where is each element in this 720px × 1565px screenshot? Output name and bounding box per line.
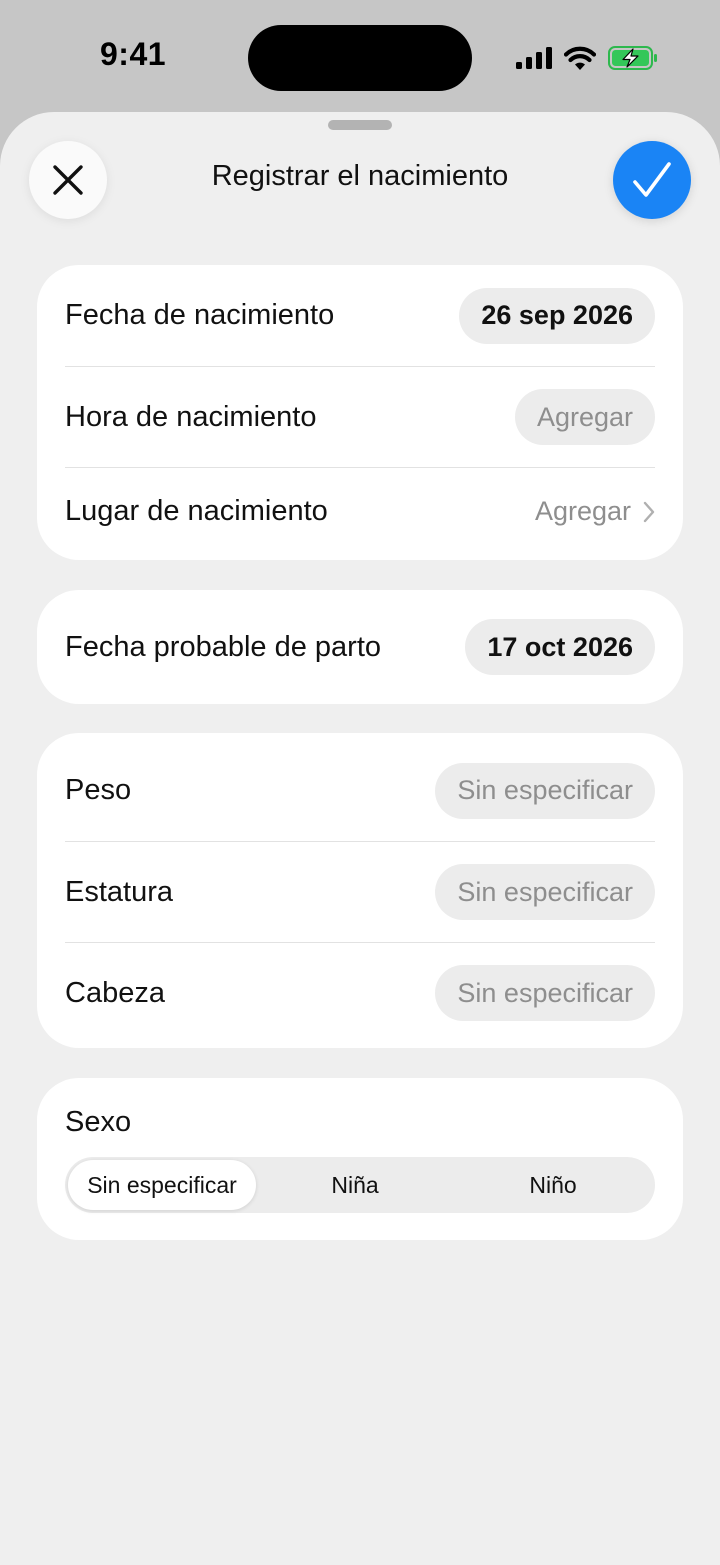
measurements-card: Peso Sin especificar Estatura Sin especi… <box>37 733 683 1048</box>
chevron-right-icon <box>643 501 655 522</box>
status-time: 9:41 <box>100 36 167 72</box>
screen: 9:41 Registrar el nacimiento Fecha de na… <box>0 0 720 1565</box>
birth-time-label: Hora de nacimiento <box>65 400 317 433</box>
close-icon <box>53 165 83 195</box>
close-button[interactable] <box>29 141 107 219</box>
sex-segmented-control: Sin especificar Niña Niño <box>65 1157 655 1213</box>
dynamic-island <box>248 25 472 91</box>
birth-date-row: Fecha de nacimiento 26 sep 2026 <box>65 265 655 366</box>
status-icons <box>516 40 658 76</box>
due-date-picker[interactable]: 17 oct 2026 <box>465 619 655 675</box>
wifi-icon <box>564 46 596 70</box>
birth-time-row: Hora de nacimiento Agregar <box>65 366 655 467</box>
segment-girl[interactable]: Niña <box>256 1160 454 1210</box>
page-title: Registrar el nacimiento <box>211 160 509 192</box>
due-date-card: Fecha probable de parto 17 oct 2026 <box>37 590 683 704</box>
birth-place-row[interactable]: Lugar de nacimiento Agregar <box>65 467 655 555</box>
birth-place-value: Agregar <box>534 496 631 526</box>
due-date-label: Fecha probable de parto <box>65 630 381 663</box>
head-row: Cabeza Sin especificar <box>65 942 655 1043</box>
sex-label: Sexo <box>65 1106 132 1138</box>
segment-boy[interactable]: Niño <box>454 1160 652 1210</box>
birth-place-label: Lugar de nacimiento <box>65 495 328 527</box>
weight-row: Peso Sin especificar <box>65 740 655 841</box>
weight-field[interactable]: Sin especificar <box>435 762 655 819</box>
height-label: Estatura <box>65 875 173 908</box>
birth-details-card: Fecha de nacimiento 26 sep 2026 Hora de … <box>37 265 683 560</box>
height-row: Estatura Sin especificar <box>65 841 655 942</box>
sex-card: Sexo Sin especificar Niña Niño <box>37 1078 683 1240</box>
head-label: Cabeza <box>65 976 165 1009</box>
bottom-sheet: Registrar el nacimiento Fecha de nacimie… <box>0 112 720 1565</box>
status-bar: 9:41 <box>0 0 720 112</box>
due-date-row: Fecha probable de parto 17 oct 2026 <box>65 590 655 704</box>
battery-charging-icon <box>608 46 657 70</box>
height-field[interactable]: Sin especificar <box>435 864 655 920</box>
sheet-grabber[interactable] <box>328 120 392 130</box>
weight-label: Peso <box>65 774 132 806</box>
checkmark-icon <box>633 162 671 197</box>
birth-date-picker[interactable]: 26 sep 2026 <box>459 287 655 344</box>
cellular-signal-icon <box>516 47 552 69</box>
birth-time-add-button[interactable]: Agregar <box>514 389 655 445</box>
segment-unspecified[interactable]: Sin especificar <box>68 1160 256 1210</box>
birth-place-add-link[interactable]: Agregar <box>535 496 655 527</box>
birth-date-label: Fecha de nacimiento <box>65 299 335 331</box>
confirm-button[interactable] <box>613 141 691 219</box>
head-field[interactable]: Sin especificar <box>435 965 655 1021</box>
